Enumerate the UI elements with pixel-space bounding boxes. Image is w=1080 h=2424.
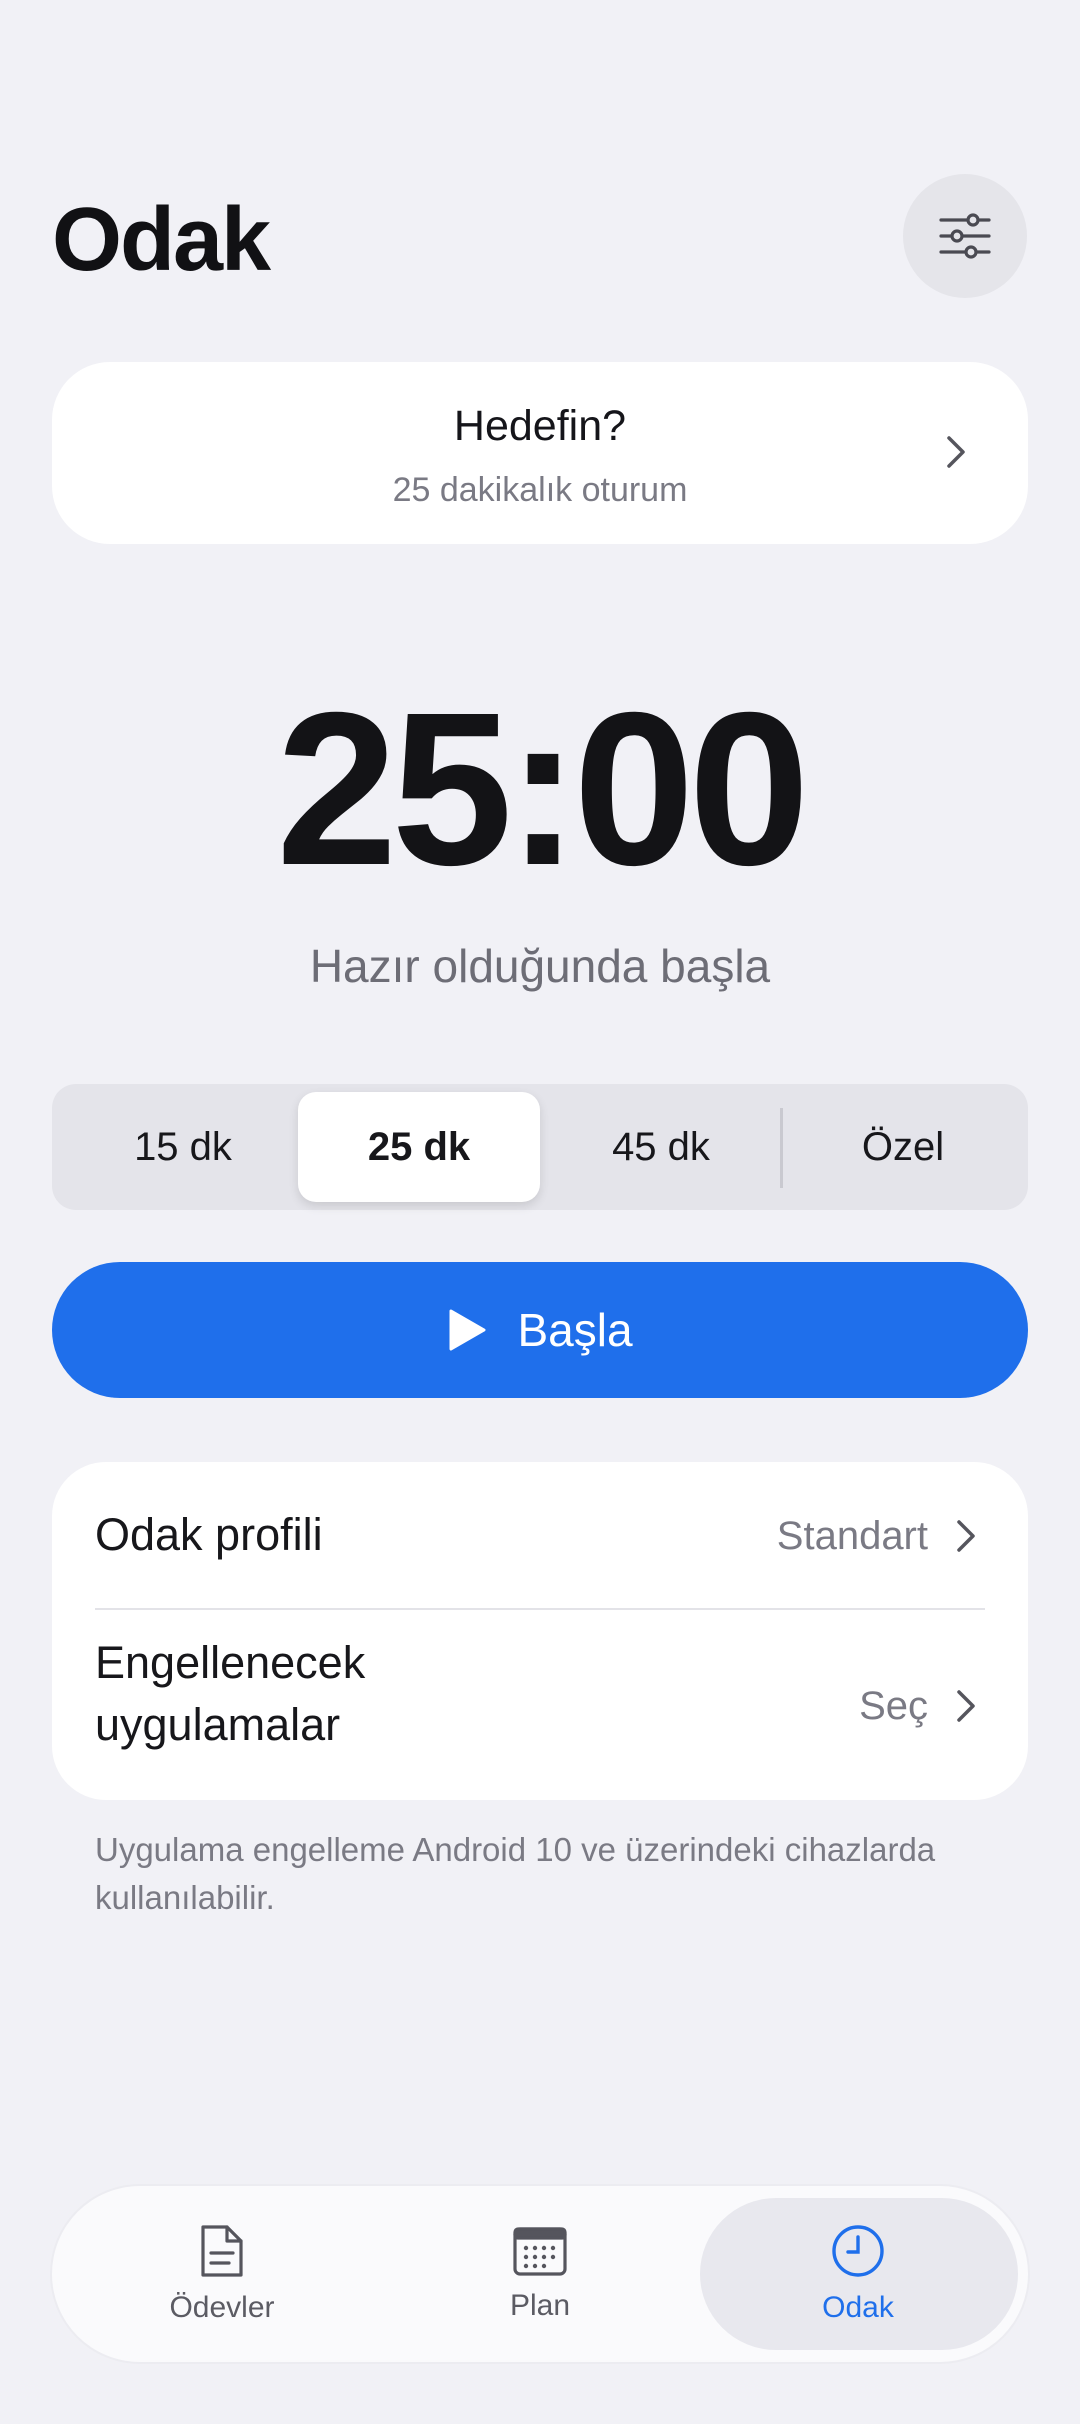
focus-profile-label: Odak profili — [95, 1509, 323, 1560]
goal-title: Hedefin? — [453, 402, 627, 450]
focus-profile-value: Standart — [776, 1514, 928, 1558]
nav-label-odevler: Ödevler — [169, 2291, 275, 2324]
sliders-icon — [939, 213, 991, 259]
nav-item-odevler[interactable]: Ödevler — [62, 2186, 382, 2362]
start-button-label: Başla — [517, 1304, 633, 1356]
timer-hint: Hazır olduğunda başla — [309, 940, 771, 992]
settings-button[interactable] — [903, 174, 1027, 298]
goal-subtitle: 25 dakikalık oturum — [392, 471, 688, 509]
blocked-apps-label-line1: Engellenecek — [95, 1637, 366, 1688]
blocked-apps-value: Seç — [859, 1684, 928, 1728]
nav-label-odak: Odak — [822, 2291, 894, 2324]
chevron-right-icon — [947, 436, 965, 468]
duration-selector: 15 dk 25 dk 45 dk Özel — [52, 1084, 1028, 1210]
document-icon — [201, 2225, 243, 2277]
start-button[interactable]: Başla — [52, 1262, 1028, 1398]
bottom-nav: Ödevler Plan Odak — [52, 2186, 1028, 2362]
page-title: Odak — [52, 190, 271, 290]
focus-settings-card: Odak profili Standart Engellenecek uygul… — [52, 1462, 1028, 1800]
goal-card[interactable]: Hedefin? 25 dakikalık oturum — [52, 362, 1028, 544]
duration-option-15[interactable]: 15 dk — [62, 1092, 304, 1202]
clock-icon — [832, 2225, 884, 2277]
calendar-icon — [513, 2227, 567, 2276]
duration-option-45[interactable]: 45 dk — [540, 1092, 782, 1202]
chevron-right-icon — [957, 1520, 975, 1552]
focus-profile-row[interactable]: Odak profili Standart — [52, 1462, 1028, 1608]
blocked-apps-label-line2: uygulamalar — [95, 1699, 341, 1750]
timer-display: 25:00 — [276, 668, 810, 911]
focus-screen: Odak Hedefin? 25 dakikalık oturum 25:00 … — [0, 0, 1080, 2424]
duration-option-custom[interactable]: Özel — [782, 1092, 1024, 1202]
nav-item-plan[interactable]: Plan — [380, 2186, 700, 2362]
app-blocking-note: Uygulama engelleme Android 10 ve üzerind… — [95, 1831, 936, 1916]
duration-option-25[interactable]: 25 dk — [298, 1092, 540, 1202]
blocked-apps-row[interactable]: Engellenecek uygulamalar Seç — [52, 1610, 1028, 1800]
chevron-right-icon — [957, 1690, 975, 1722]
nav-item-odak[interactable]: Odak — [698, 2186, 1018, 2362]
blocked-apps-label: Engellenecek uygulamalar — [95, 1632, 365, 1756]
nav-label-plan: Plan — [509, 2289, 571, 2322]
play-icon — [449, 1309, 486, 1351]
